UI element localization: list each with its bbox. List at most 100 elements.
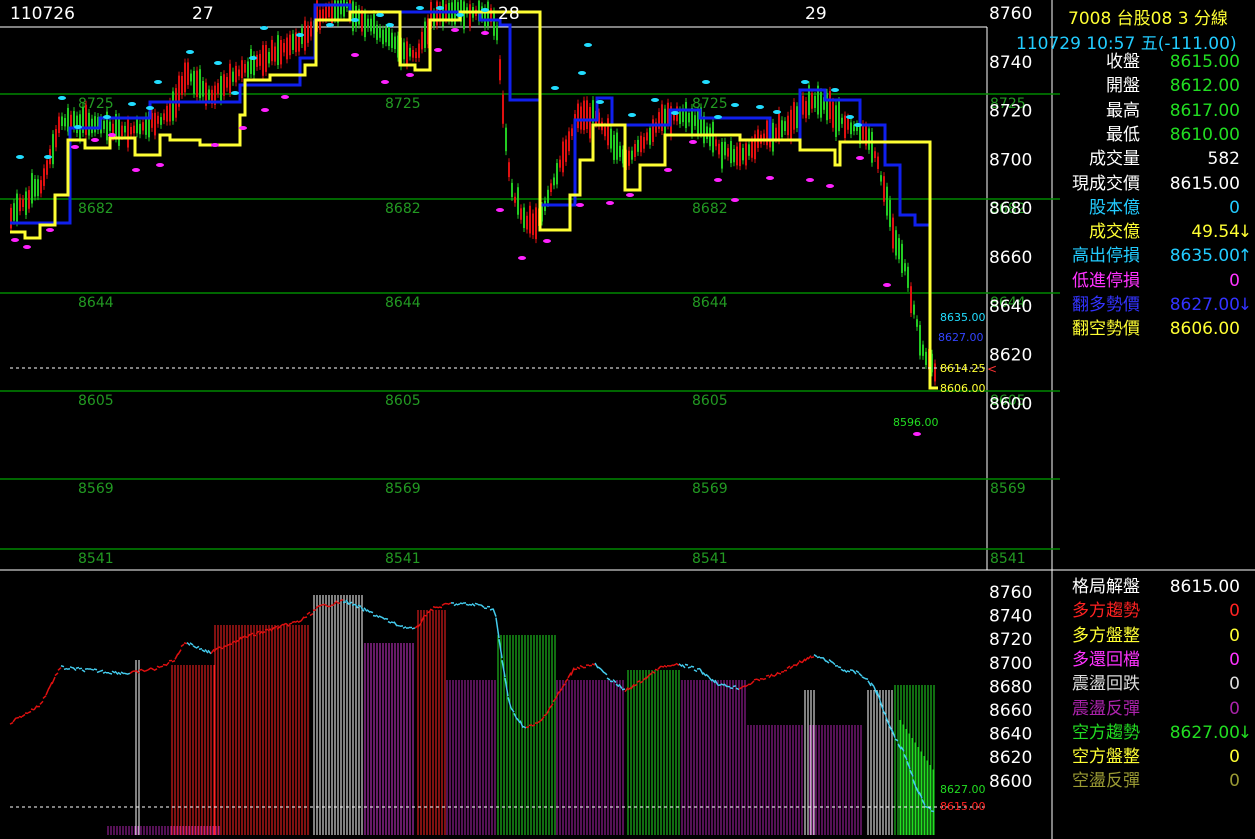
bottom-price-line	[771, 674, 776, 677]
candle-body	[562, 141, 564, 173]
stop-marker	[434, 48, 442, 52]
stop-marker	[628, 113, 636, 117]
level-label: 8644	[385, 295, 421, 311]
candle-body	[607, 118, 609, 146]
arrow-down-icon: ↓	[1237, 295, 1252, 315]
level-label: 8644	[78, 295, 114, 311]
candle-body	[841, 117, 843, 124]
level-label: 8569	[990, 481, 1026, 497]
candle-body	[877, 156, 879, 169]
short-trend-label: 8606.00	[940, 382, 986, 395]
low-price-label: 8596.00	[893, 416, 939, 429]
candle-body	[235, 65, 237, 83]
bottom-price-line	[432, 606, 437, 609]
bottom-price-line	[438, 606, 443, 609]
candle-body	[508, 162, 510, 178]
candle-body	[742, 147, 744, 161]
info-label: 震盪反彈	[1072, 698, 1140, 719]
date-label: 29	[805, 4, 827, 24]
candle-body	[487, 1, 489, 27]
candle-body	[553, 177, 555, 186]
candle-body	[127, 119, 129, 148]
candle-body	[550, 183, 552, 193]
candle-body	[829, 90, 831, 120]
info-label: 多方趨勢	[1072, 601, 1140, 622]
stop-marker	[296, 33, 304, 37]
info-row: 震盪回跌 0	[1058, 673, 1250, 696]
bottom-price-line	[810, 656, 815, 659]
stop-marker	[826, 184, 834, 188]
candle-body	[265, 45, 267, 72]
info-value: 582	[1207, 149, 1240, 170]
bottom-price-line	[183, 642, 188, 645]
stop-marker	[731, 103, 739, 107]
price-tick: 8760	[989, 4, 1032, 24]
info-value: 8615.00	[1169, 52, 1240, 72]
stop-marker	[831, 88, 839, 92]
level-label: 8569	[78, 481, 114, 497]
level-label: 8605	[78, 393, 114, 409]
bottom-price-line	[369, 610, 374, 614]
candle-body	[748, 144, 750, 156]
candle-body	[565, 139, 567, 162]
candle-body	[190, 73, 192, 82]
candle-body	[514, 196, 516, 203]
info-value: 8615.00	[1169, 577, 1240, 597]
stop-marker	[406, 73, 414, 77]
candle-body	[637, 139, 639, 152]
info-label: 格局解盤	[1072, 577, 1140, 597]
bottom-price-line	[93, 668, 98, 671]
candle-body	[334, 0, 336, 20]
bottom-price-line	[18, 715, 23, 718]
level-label: 8569	[385, 481, 421, 497]
candle-body	[409, 47, 411, 57]
symbol-title: 7008 台股08 3 分線	[1068, 9, 1228, 29]
candle-body	[736, 146, 738, 166]
candle-body	[577, 103, 579, 129]
candle-body	[802, 95, 804, 115]
candle-body	[568, 131, 570, 152]
stop-marker	[103, 115, 111, 119]
bottom-price-line	[159, 665, 164, 668]
candle-body	[250, 49, 252, 74]
candle-body	[913, 304, 915, 315]
candle-body	[304, 20, 306, 51]
candle-body	[34, 179, 36, 197]
candle-body	[286, 37, 288, 60]
candle-body	[352, 1, 354, 32]
info-value: 0	[1229, 270, 1240, 291]
stop-marker	[496, 208, 504, 212]
stop-marker	[801, 80, 809, 84]
bottom-price-line	[396, 624, 401, 627]
candle-body	[694, 115, 696, 126]
candle-body	[754, 134, 756, 160]
candle-body	[580, 106, 582, 130]
stop-marker	[576, 203, 584, 207]
stop-marker	[154, 80, 162, 84]
candle-body	[64, 118, 66, 127]
candle-body	[814, 95, 816, 108]
candle-body	[610, 128, 612, 149]
candle-body	[523, 207, 525, 229]
price-tick: 8660	[989, 248, 1032, 268]
info-value: 8615.00	[1169, 173, 1240, 194]
candle-body	[886, 186, 888, 216]
candle-body	[847, 117, 849, 130]
stop-marker	[846, 115, 854, 119]
price-tick: 8740	[989, 53, 1032, 73]
stop-marker	[806, 178, 814, 182]
bottom-price-line	[837, 666, 842, 669]
candle-body	[733, 149, 735, 163]
bottom-price-line	[525, 725, 530, 729]
candle-body	[628, 150, 630, 166]
candle-body	[778, 110, 780, 141]
price-tick: 8640	[989, 725, 1032, 745]
info-label: 空盪反彈	[1072, 771, 1140, 792]
candle-body	[88, 112, 90, 136]
info-row: 空方趨勢 8627.00 ↓	[1058, 722, 1252, 745]
bottom-price-line	[660, 665, 665, 668]
candle-body	[892, 217, 894, 249]
price-tick: 8600	[989, 394, 1032, 414]
stop-marker	[351, 53, 359, 57]
info-row: 空方盤整 0	[1058, 746, 1250, 769]
